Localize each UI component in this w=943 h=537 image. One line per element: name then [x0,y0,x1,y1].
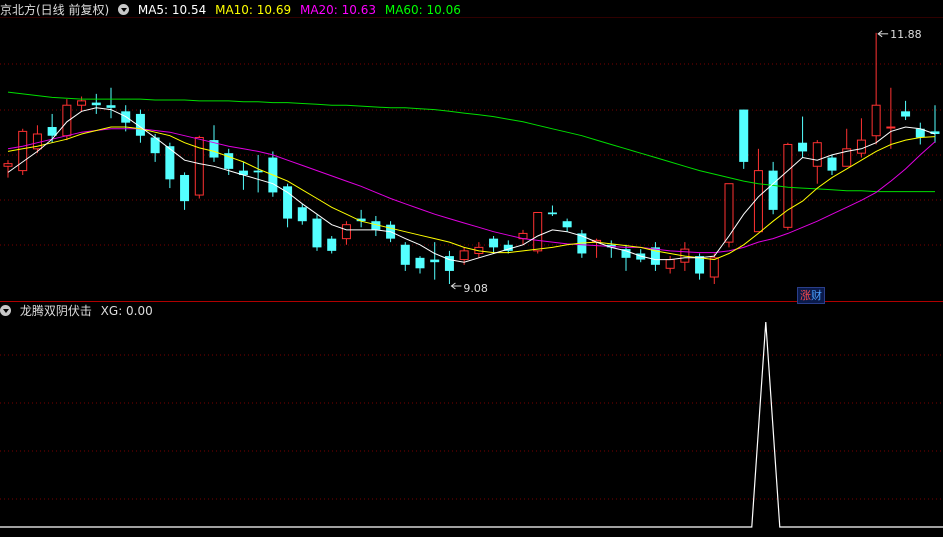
candle-body [341,224,351,240]
grid-lines [0,17,943,500]
candle [415,256,425,274]
candle-body [415,257,425,269]
candle [400,242,410,271]
candle [503,240,513,254]
candle-body [562,221,572,228]
candle-body [459,250,469,261]
candle-body [18,130,28,172]
candle-body [695,256,705,274]
candle-body [400,244,410,265]
candle-body [709,257,719,278]
candle [518,229,528,245]
low-price-label: 9.08 [463,282,488,295]
candle [915,122,925,145]
candle [194,135,204,199]
candle-body [253,170,263,173]
candle [768,161,778,215]
candle [856,118,866,158]
ma10-line [7,126,936,261]
candle [312,214,322,251]
candle-body [3,163,13,167]
candle-body [327,238,337,251]
ma20-line [7,128,936,254]
candle-body [753,170,763,233]
candle [533,211,543,254]
candle [827,154,837,175]
candle-body [283,186,293,219]
candle-body [91,102,101,106]
ma-lines [7,91,936,263]
candle [3,160,13,178]
candle [547,205,557,216]
candle-body [489,238,499,248]
candle [886,87,896,149]
candle-body [547,212,557,215]
candle [665,256,675,274]
candle [621,244,631,271]
candle [371,215,381,237]
candle-body [180,174,190,202]
candle [783,142,793,230]
candle [106,87,116,119]
xg-signal-line [0,321,943,528]
candle-body [297,207,307,222]
candle-body [856,139,866,154]
candles [3,32,940,284]
candle [18,128,28,175]
candle [592,238,602,258]
badge-char-2: 财 [811,289,822,302]
candle [327,236,337,254]
candle [812,140,822,184]
candle [341,221,351,245]
candle [150,133,160,162]
stock-badge[interactable]: 涨财 [797,287,825,304]
candle [356,209,366,228]
candle [753,148,763,233]
candle-body [194,136,204,196]
candle-body [768,170,778,210]
high-price-label: 11.88 [890,28,922,41]
candle-body [739,109,749,162]
candle [739,109,749,169]
candle-body [47,127,57,136]
candle-body [886,126,896,129]
candle-body [430,259,440,263]
ma60-line [7,91,935,193]
candle-body [665,259,675,269]
candle-body [783,143,793,228]
candle [798,116,808,158]
candle [297,203,307,225]
candle [489,236,499,253]
candle [562,218,572,232]
candle-body [827,157,837,171]
candle [91,93,101,114]
ma5-line [7,107,936,263]
candle-body [62,104,72,137]
candle-body [77,100,87,106]
candle-body [106,105,116,108]
candle [842,128,852,167]
candle [430,242,440,280]
candle [724,183,734,248]
candle [871,32,881,145]
candlestick-chart[interactable]: 11.88 9.08 [0,0,943,537]
candle [650,242,660,271]
candle [165,142,175,189]
candle-body [812,142,822,167]
candle [444,250,454,284]
candle-body [798,142,808,152]
badge-char-1: 涨 [800,289,811,302]
candle-body [533,211,543,252]
candle-body [901,111,911,117]
candle [180,172,190,210]
candle-body [871,104,881,137]
candle-body [312,218,322,248]
candle-body [724,183,734,243]
candle [253,154,263,193]
candle [135,109,145,143]
xg-indicator [0,321,943,528]
